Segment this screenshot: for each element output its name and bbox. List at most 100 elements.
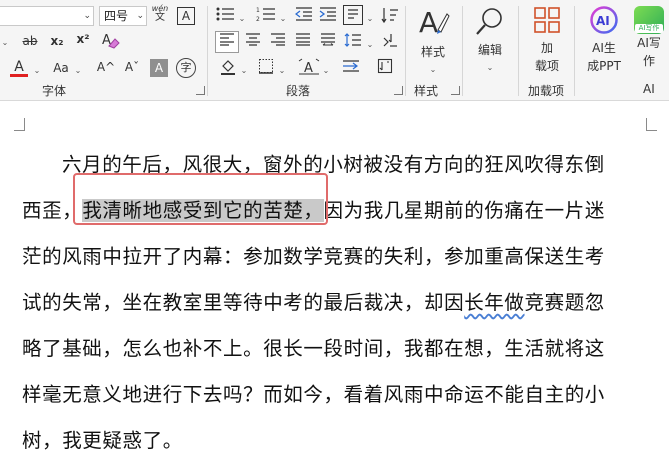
change-case-dropdown[interactable]: ⌄: [73, 60, 83, 80]
align-right-icon: [271, 33, 285, 46]
font-dialog-launcher-icon[interactable]: [196, 86, 205, 95]
font-size-select[interactable]: 四号 ⌄: [99, 6, 147, 26]
font-size-value: 四号: [104, 9, 129, 23]
shading-button[interactable]: [218, 58, 238, 81]
text-line: 样毫无意义地进行下去吗？而如今，看着风雨中命运不能自主的小: [22, 372, 622, 418]
divider: [518, 6, 519, 96]
divider: [574, 6, 575, 96]
font-name-select[interactable]: ⌄: [0, 6, 94, 26]
numbering-dropdown[interactable]: ⌄: [278, 8, 288, 28]
character-spacing-icon: A: [298, 58, 320, 76]
character-spacing-button[interactable]: A: [298, 58, 320, 81]
subscript-icon: x₂: [50, 34, 64, 48]
text-line-3: 茫的风雨中拉开了内幕：参加数学竞赛的失利，参加重高保送生考: [22, 245, 605, 268]
distributed-button[interactable]: [318, 32, 338, 51]
styles-group-label: 样式: [414, 84, 439, 98]
text-line-4-end: 竞赛题忽: [524, 291, 605, 314]
strikethrough-button[interactable]: ab: [20, 32, 40, 50]
justify-button[interactable]: [293, 32, 313, 51]
strikethrough-icon: ab: [22, 34, 38, 48]
shading-dropdown[interactable]: ⌄: [239, 60, 249, 80]
superscript-button[interactable]: x²: [73, 30, 93, 48]
editing-button[interactable]: 编辑 ⌄: [472, 6, 508, 77]
bullet-list-icon: [216, 7, 234, 21]
clear-formatting-button[interactable]: A: [99, 31, 121, 54]
enclose-characters-icon: 字: [180, 61, 192, 74]
borders-button[interactable]: [256, 58, 276, 79]
addins-label-line1: 加: [540, 41, 553, 55]
enclose-characters-button[interactable]: 字: [176, 58, 196, 78]
ai-writing-label-line2: 作: [642, 54, 655, 68]
text-line-6: 样毫无意义地进行下去吗？而如今，看着风雨中命运不能自主的小: [22, 383, 605, 406]
ai-writing-icon: AI写作: [634, 6, 664, 34]
ai-writing-label-line1: AI写: [637, 36, 661, 50]
paragraph-group-label: 段落: [286, 84, 311, 98]
bullets-button[interactable]: [214, 6, 236, 27]
text-direction-button[interactable]: [375, 58, 395, 79]
shrink-font-button[interactable]: Aˇ: [122, 58, 142, 76]
align-left-icon: [220, 33, 234, 46]
character-border-button[interactable]: A: [177, 7, 195, 25]
styles-button[interactable]: A 样式 ⌄: [414, 6, 452, 79]
chevron-down-icon: ⌄: [83, 11, 91, 21]
bullets-dropdown[interactable]: ⌄: [237, 8, 247, 28]
bold-partial-chevron[interactable]: ⌄: [0, 32, 10, 52]
selection-highlight-box: [73, 173, 328, 225]
ai-writing-button[interactable]: AI写作 AI写 作: [630, 6, 668, 70]
ai-group-label: AI: [643, 82, 655, 96]
shrink-font-icon: Aˇ: [124, 60, 140, 74]
eraser-icon: A: [102, 33, 120, 49]
align-left-button[interactable]: [215, 31, 239, 53]
paragraph-dialog-launcher-icon[interactable]: [394, 86, 403, 95]
font-color-dropdown[interactable]: ⌄: [32, 60, 42, 80]
phonetic-guide-button[interactable]: wén 文: [151, 4, 169, 23]
line-spacing-dropdown[interactable]: ⌄: [365, 34, 375, 54]
align-center-button[interactable]: [243, 32, 263, 51]
numbered-list-icon: 12: [256, 7, 275, 23]
font-group-label: 字体: [42, 84, 67, 98]
grow-font-button[interactable]: A^: [96, 58, 116, 76]
sort-button[interactable]: [380, 6, 400, 29]
character-spacing-dropdown[interactable]: ⌄: [321, 60, 331, 80]
change-case-icon: Aa: [53, 61, 69, 75]
text-line-2-end: 因为我几星期前的伤痛在一片迷: [323, 199, 605, 222]
sort-icon: [381, 8, 398, 24]
chevron-down-icon: ⌄: [136, 11, 144, 21]
grow-font-icon: A^: [96, 60, 116, 74]
addins-grid-icon: [534, 7, 560, 33]
chevron-down-icon: ⌄: [486, 63, 494, 72]
addins-button[interactable]: 加 载项: [528, 6, 566, 75]
increase-indent-button[interactable]: [318, 6, 338, 27]
subscript-button[interactable]: x₂: [47, 32, 67, 50]
increase-indent-icon: [319, 7, 336, 21]
styles-dialog-launcher-icon[interactable]: [451, 86, 460, 95]
numbering-button[interactable]: 12: [255, 6, 277, 27]
addins-group-label: 加载项: [528, 84, 565, 98]
grammar-flagged-text[interactable]: 长年做: [464, 291, 524, 314]
ai-generate-label-line1: AI生: [592, 41, 616, 55]
page-margin-corner-right: [646, 118, 657, 131]
chinese-layout-dropdown[interactable]: ⌄: [365, 8, 375, 28]
borders-dropdown[interactable]: ⌄: [277, 60, 287, 80]
change-case-button[interactable]: Aa: [50, 59, 72, 77]
text-line: 略了基础，怎么也补不上。很长一段时间，我都在想，生活就将这: [22, 326, 622, 372]
align-right-button[interactable]: [268, 32, 288, 51]
styles-label: 样式: [420, 45, 445, 59]
ai-generate-ppt-button[interactable]: AI AI生 成PPT: [584, 6, 624, 75]
divider: [462, 6, 463, 96]
decrease-indent-button[interactable]: [294, 6, 314, 27]
line-spacing-button[interactable]: [343, 32, 363, 53]
text-line-7: 树，我更疑惑了。: [22, 429, 183, 452]
font-color-button[interactable]: A: [10, 58, 28, 77]
styles-icon: A: [419, 6, 450, 39]
ai-writing-badge: AI写作: [635, 24, 663, 33]
text-line-5: 略了基础，怎么也补不上。很长一段时间，我都在想，生活就将这: [22, 337, 605, 360]
chinese-layout-button[interactable]: [343, 5, 363, 25]
tabs-button[interactable]: [340, 58, 362, 79]
character-border-icon: A: [181, 9, 191, 23]
character-shading-button[interactable]: A: [150, 59, 168, 77]
phonetic-bottom: 文: [155, 12, 165, 23]
paint-bucket-icon: [221, 60, 235, 75]
show-marks-button[interactable]: [380, 32, 400, 53]
svg-text:AI: AI: [596, 14, 610, 28]
